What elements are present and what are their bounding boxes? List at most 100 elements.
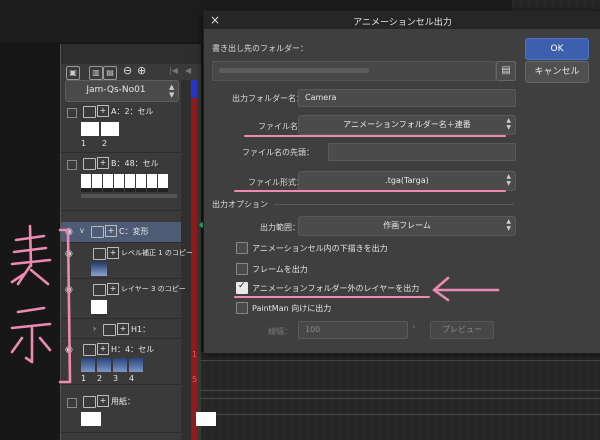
filename-select[interactable]: アニメーションフォルダー名＋連番 ▲ ▼ (298, 115, 516, 135)
layer-thumbnail (91, 262, 107, 276)
cel-number: 1 (81, 139, 87, 148)
visibility-checkbox[interactable] (67, 160, 77, 170)
add-icon[interactable]: + (107, 247, 119, 259)
zoom-out-icon[interactable]: ⊖ (123, 64, 132, 77)
pointer-arrow-icon (432, 276, 500, 302)
chevron-right-icon[interactable]: › (93, 324, 96, 333)
cel-thumbnail[interactable] (97, 358, 111, 372)
visibility-checkbox[interactable] (67, 398, 77, 408)
track-row-paper[interactable]: + 用紙： (61, 392, 181, 433)
outside-layer-output-label: アニメーションフォルダー外のレイヤーを出力 (252, 284, 420, 293)
camera-folder-icon (91, 226, 104, 238)
track-label: レイヤー 3 のコピー (121, 285, 186, 293)
visibility-checkbox[interactable] (67, 108, 77, 118)
paper-thumbnail (81, 412, 101, 426)
folder-open-icon[interactable]: ▤ (496, 61, 516, 81)
new-frame-icon[interactable]: ▥ (89, 66, 103, 80)
cel-thumbnail[interactable] (101, 122, 119, 136)
line-width-value: 100 (305, 325, 321, 334)
cel-thumbnail[interactable] (129, 358, 143, 372)
highlight-underline (234, 190, 506, 192)
chevron-updown-icon: ▲ ▼ (169, 83, 175, 99)
cel-thumbnail[interactable] (136, 174, 146, 192)
preview-button[interactable]: プレビュー (430, 321, 494, 339)
cel-thumbnail[interactable] (92, 174, 102, 192)
grid-line (196, 398, 600, 399)
layer-icon (93, 284, 106, 296)
editor-timeline-grid-bottom (196, 352, 600, 440)
add-icon[interactable]: + (97, 343, 109, 355)
track-label: C：変形 (119, 227, 149, 236)
cel-thumbnail[interactable] (114, 174, 124, 192)
cel-thumbnails (81, 174, 168, 192)
line-width-label: 線幅： (268, 327, 292, 336)
prev-frame-icon[interactable]: ◀ (185, 66, 191, 75)
annotation-strokes (10, 224, 72, 384)
track-label: 用紙： (111, 397, 135, 406)
add-icon[interactable]: + (97, 395, 109, 407)
cel-number: 4 (129, 374, 135, 383)
cel-thumbnail[interactable] (147, 174, 157, 192)
cel-folder-icon (83, 344, 96, 356)
frame-output-checkbox[interactable] (236, 263, 248, 275)
format-select[interactable]: .tga(Targa) ▲ ▼ (298, 171, 516, 191)
cel-numbers: 1 2 3 4 (81, 374, 145, 383)
cel-thumbnail[interactable] (113, 358, 127, 372)
highlight-underline (234, 296, 430, 298)
format-value: .tga(Targa) (385, 176, 429, 185)
chevron-updown-icon: ▲ ▼ (506, 117, 511, 131)
current-frame-indicator (191, 80, 197, 98)
first-frame-icon[interactable]: |◀ (169, 66, 178, 75)
section-divider (274, 204, 514, 205)
track-row-b[interactable]: + B：48：セル (61, 154, 181, 211)
highlight-underline (244, 135, 506, 137)
add-icon[interactable]: + (107, 283, 119, 295)
chevron-updown-icon: ▲ ▼ (506, 173, 511, 187)
track-row-a[interactable]: + A：2：セル 1 2 (61, 102, 181, 153)
output-folder-label: 出力フォルダー名： (232, 94, 304, 103)
cel-number: 2 (97, 374, 103, 383)
cel-thumbnail[interactable] (125, 174, 135, 192)
line-width-input[interactable]: 100 (298, 321, 408, 339)
filename-value: アニメーションフォルダー名＋連番 (343, 120, 471, 129)
cel-numbers: 1 2 (81, 139, 123, 148)
zoom-in-icon[interactable]: ⊕ (137, 64, 146, 77)
grid-line (196, 414, 600, 415)
range-select[interactable]: 作画フレーム ▲ ▼ (298, 216, 516, 236)
handwritten-annotation (10, 224, 72, 384)
output-folder-value: Camera (305, 93, 337, 102)
timeline-settings-icon[interactable]: ▣ (66, 66, 80, 80)
dest-folder-label: 書き出し先のフォルダー： (212, 44, 308, 53)
cancel-button[interactable]: キャンセル (525, 61, 589, 83)
arrow-strokes (432, 276, 500, 302)
track-label: A：2：セル (111, 107, 154, 116)
frame-number: 1 (192, 350, 198, 359)
format-label: ファイル形式： (248, 178, 304, 187)
outside-layer-output-checkbox[interactable] (236, 281, 248, 294)
sequence-select[interactable]: Jam-Qs-No01 ▲ ▼ (65, 80, 179, 102)
paintman-output-checkbox[interactable] (236, 302, 248, 314)
filename-prefix-input[interactable] (328, 143, 516, 161)
add-icon[interactable]: + (97, 157, 109, 169)
sequence-name: Jam-Qs-No01 (86, 85, 146, 95)
add-icon[interactable]: + (97, 105, 109, 117)
cel-thumbnails (81, 358, 143, 372)
add-icon[interactable]: + (117, 323, 129, 335)
horizontal-scrollbar[interactable] (81, 194, 177, 198)
add-icon[interactable]: + (105, 225, 117, 237)
ok-button[interactable]: OK (525, 38, 589, 60)
dest-folder-path[interactable] (212, 61, 496, 81)
cel-thumbnail[interactable] (81, 122, 99, 136)
track-label: H1： (131, 325, 151, 334)
range-label: 出力範囲： (260, 223, 300, 232)
cel-thumbnail[interactable] (158, 174, 168, 192)
cel-folder-icon (83, 158, 96, 170)
chevron-updown-icon: ▲ ▼ (506, 218, 511, 232)
frame-list-icon[interactable]: ▤ (103, 66, 117, 80)
cel-thumbnail[interactable] (103, 174, 113, 192)
cel-thumbnail[interactable] (81, 174, 91, 192)
output-folder-input[interactable]: Camera (298, 89, 516, 107)
animation-cel-export-dialog: × アニメーションセル出力 書き出し先のフォルダー： ▤ OK キャンセル 出力… (203, 10, 600, 354)
draft-output-checkbox[interactable] (236, 242, 248, 254)
range-value: 作画フレーム (383, 221, 431, 230)
